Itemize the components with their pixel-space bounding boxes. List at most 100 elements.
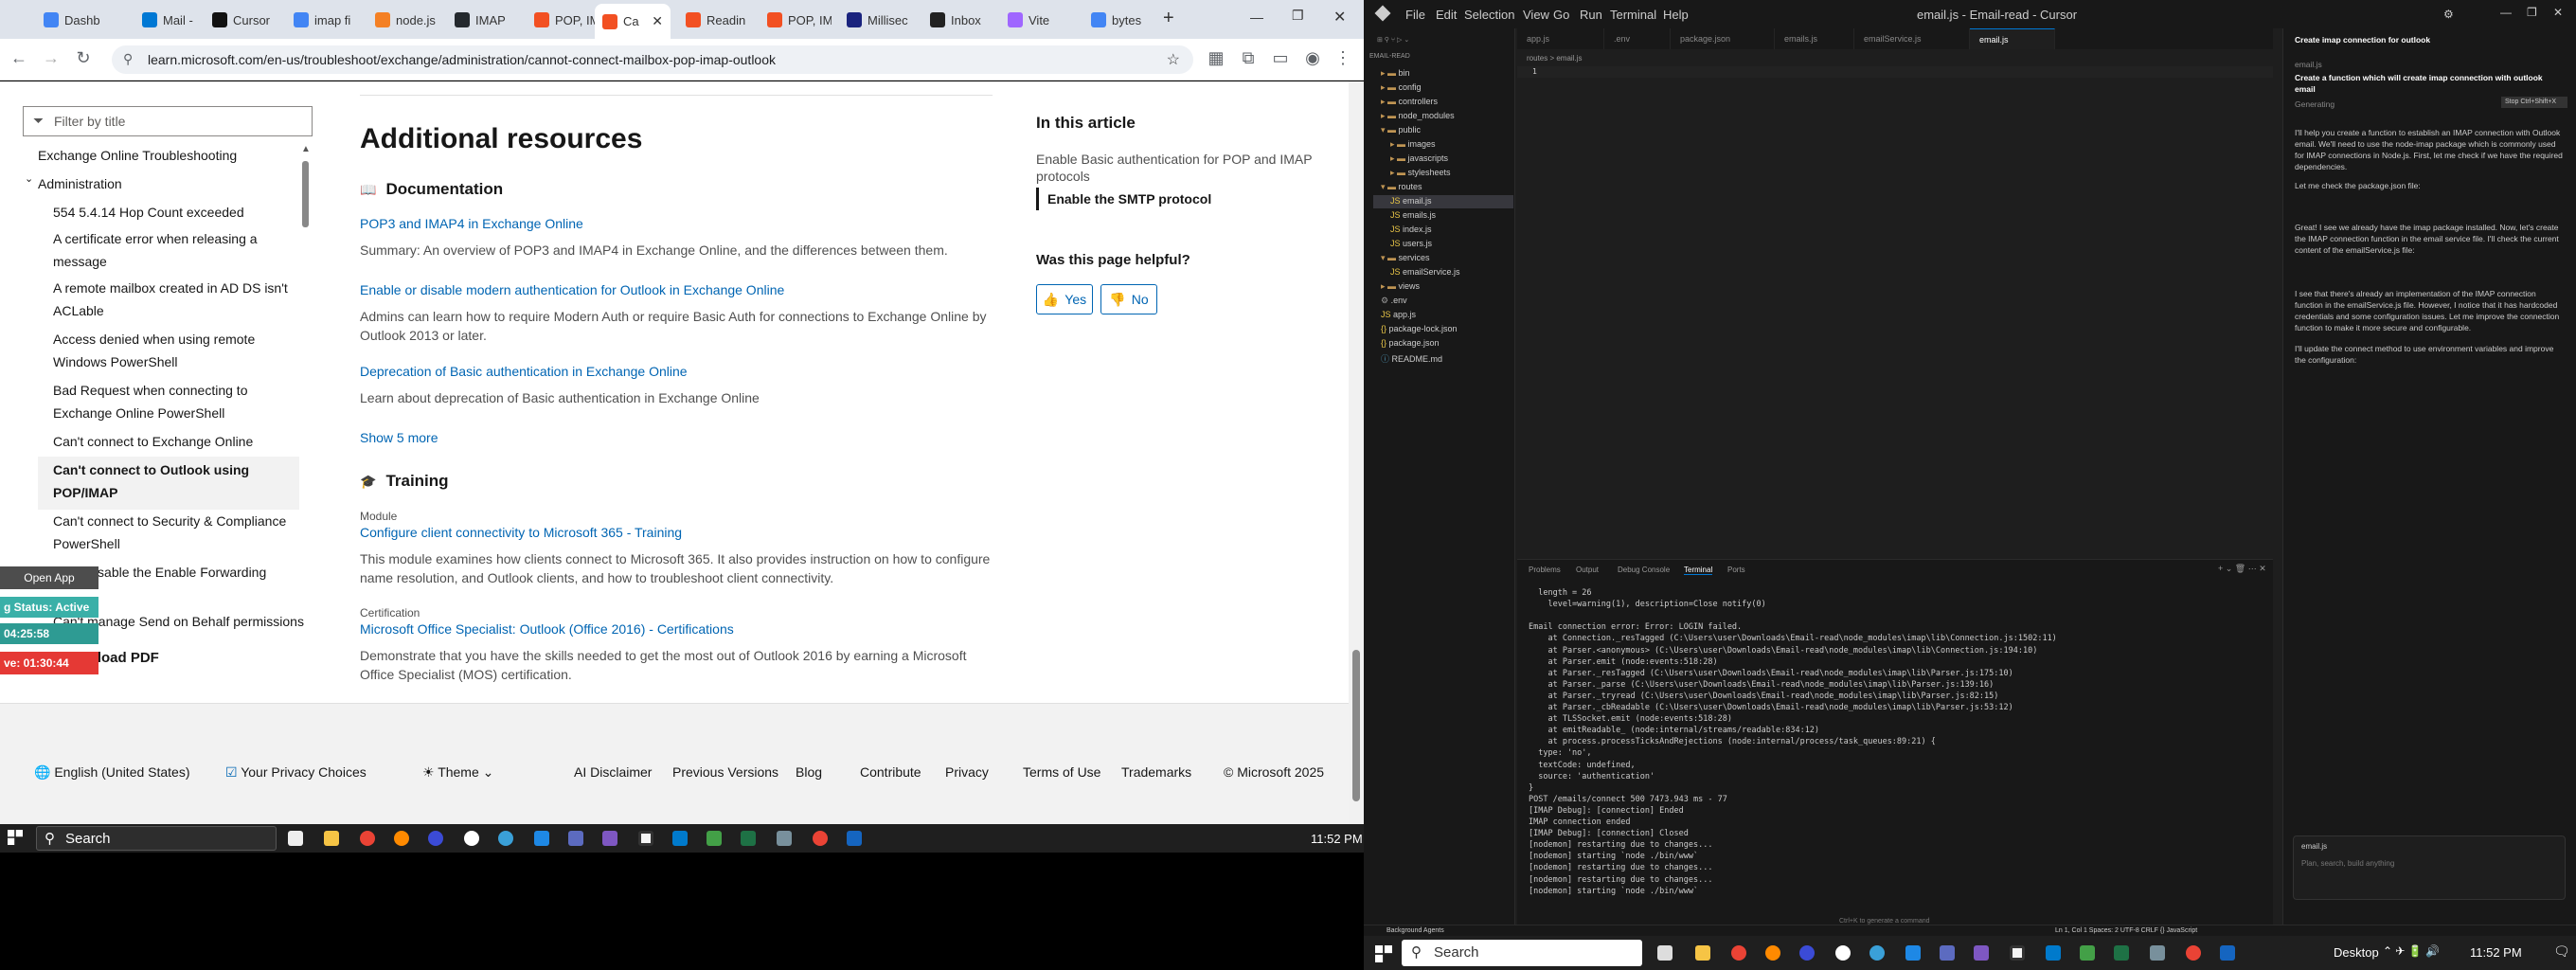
- footer-link[interactable]: AI Disclaimer: [574, 764, 652, 780]
- firefox-icon[interactable]: [394, 831, 409, 846]
- task-view-icon[interactable]: [1657, 945, 1673, 961]
- chat-context-file[interactable]: email.js: [2295, 59, 2565, 70]
- editor-tab[interactable]: emails.js: [1775, 28, 1854, 49]
- toc-item[interactable]: Administration: [38, 172, 122, 195]
- app-icon[interactable]: [568, 831, 583, 846]
- status-left-item[interactable]: Background Agents: [1386, 927, 1444, 934]
- menu-run[interactable]: Run: [1580, 8, 1602, 22]
- yes-button[interactable]: 👍 Yes: [1036, 284, 1093, 314]
- app-icon[interactable]: [1869, 945, 1885, 961]
- excel-icon[interactable]: [2114, 945, 2129, 961]
- cursor-app-icon[interactable]: [2010, 945, 2025, 961]
- extensions-icon[interactable]: ⧉: [1237, 48, 1260, 68]
- app-icon[interactable]: [498, 831, 513, 846]
- app-icon[interactable]: [2080, 945, 2095, 961]
- editor-tab[interactable]: .env: [1604, 28, 1671, 49]
- chrome-icon[interactable]: [1731, 945, 1746, 961]
- chevron-down-icon[interactable]: ⌄: [25, 172, 33, 185]
- browser-tab[interactable]: Millisec: [839, 6, 915, 34]
- menu-file[interactable]: File: [1405, 8, 1425, 22]
- browser-tab[interactable]: Dashb: [36, 6, 104, 34]
- close-icon[interactable]: ✕: [652, 13, 663, 29]
- browser-tab[interactable]: Inbox: [922, 6, 994, 34]
- privacy-choices-link[interactable]: ☑ Your Privacy Choices: [225, 764, 367, 781]
- menu-terminal[interactable]: Terminal: [1610, 8, 1656, 22]
- windows-start-icon[interactable]: [8, 830, 23, 845]
- editor-tab[interactable]: emailService.js: [1854, 28, 1970, 49]
- vscode-icon[interactable]: [672, 831, 688, 846]
- editor-tab[interactable]: app.js: [1517, 28, 1604, 49]
- app-icon[interactable]: [1799, 945, 1815, 961]
- status-right-items[interactable]: Ln 1, Col 1 Spaces: 2 UTF-8 CRLF {} Java…: [2055, 927, 2197, 934]
- app-icon[interactable]: [777, 831, 792, 846]
- panel-tab-problems[interactable]: Problems: [1529, 566, 1561, 574]
- folder-item[interactable]: ▸ ▬ config: [1381, 82, 1422, 93]
- toc-scroll-thumb[interactable]: [302, 161, 309, 227]
- doc-link[interactable]: Deprecation of Basic authentication in E…: [360, 364, 688, 379]
- article-nav-item[interactable]: Enable Basic authentication for POP and …: [1036, 150, 1313, 169]
- scroll-up-icon[interactable]: ▲: [301, 144, 311, 154]
- app-icon[interactable]: [2220, 945, 2235, 961]
- app-icon[interactable]: [428, 831, 443, 846]
- certification-link[interactable]: Microsoft Office Specialist: Outlook (Of…: [360, 621, 734, 637]
- article-nav-item[interactable]: protocols: [1036, 167, 1090, 186]
- panel-tab-ports[interactable]: Ports: [1727, 566, 1745, 574]
- file-item-active[interactable]: JS email.js: [1390, 196, 1432, 206]
- menu-selection[interactable]: Selection: [1464, 8, 1514, 22]
- close-window-icon[interactable]: ✕: [2553, 6, 2563, 19]
- close-window-icon[interactable]: ✕: [1333, 8, 1346, 27]
- taskbar-search-box[interactable]: ⚲ Search: [1402, 940, 1642, 966]
- menu-help[interactable]: Help: [1663, 8, 1689, 22]
- app-icon[interactable]: [1940, 945, 1955, 961]
- browser-tab[interactable]: Readin: [678, 6, 750, 34]
- footer-link[interactable]: Trademarks: [1121, 764, 1191, 780]
- footer-link[interactable]: Blog: [796, 764, 822, 780]
- menu-go[interactable]: Go: [1553, 8, 1569, 22]
- footer-link[interactable]: Privacy: [945, 764, 989, 780]
- file-item[interactable]: ⚙ .env: [1381, 296, 1407, 306]
- excel-icon[interactable]: [741, 831, 756, 846]
- maximize-icon[interactable]: ❐: [2527, 6, 2537, 19]
- browser-tab[interactable]: IMAP: [447, 6, 519, 34]
- toc-scrollbar[interactable]: ▲ ▼: [301, 144, 311, 719]
- no-button[interactable]: 👎 No: [1100, 284, 1157, 314]
- app-icon[interactable]: [1905, 945, 1921, 961]
- toc-item[interactable]: Exchange Online Troubleshooting: [38, 144, 237, 167]
- file-item[interactable]: {} package-lock.json: [1381, 324, 1458, 333]
- chat-context-chip[interactable]: email.js: [2301, 842, 2327, 851]
- toc-item[interactable]: A certificate error when releasing a: [53, 227, 258, 250]
- toc-item[interactable]: A remote mailbox created in AD DS isn't: [53, 277, 288, 299]
- minimize-icon[interactable]: —: [2500, 6, 2512, 19]
- folder-item[interactable]: ▸ ▬ node_modules: [1381, 111, 1455, 121]
- panel-tab-debug[interactable]: Debug Console: [1618, 566, 1670, 574]
- theme-selector[interactable]: ☀ Theme ⌄: [422, 764, 493, 781]
- bookmark-star-icon[interactable]: ☆: [1167, 50, 1180, 69]
- browser-tab[interactable]: node.js: [367, 6, 439, 34]
- app-icon[interactable]: [464, 831, 479, 846]
- terminal-actions-icon[interactable]: + ⌄ 🗑 ⋯ ✕: [2218, 564, 2266, 574]
- toc-item[interactable]: Access denied when using remote: [53, 328, 255, 350]
- doc-link[interactable]: Enable or disable modern authentication …: [360, 282, 784, 297]
- menu-view[interactable]: View: [1523, 8, 1549, 22]
- settings-gear-icon[interactable]: ⚙: [2443, 8, 2454, 21]
- folder-item[interactable]: ▾ ▬ routes: [1381, 182, 1422, 192]
- file-item[interactable]: ⓘ README.md: [1381, 352, 1442, 365]
- app-icon[interactable]: [2150, 945, 2165, 961]
- folder-item[interactable]: ▸ ▬ javascripts: [1390, 153, 1448, 164]
- maximize-icon[interactable]: ❐: [1292, 8, 1304, 24]
- folder-item[interactable]: ▸ ▬ controllers: [1381, 97, 1438, 107]
- folder-item[interactable]: ▸ ▬ bin: [1381, 68, 1410, 79]
- app-icon[interactable]: [1974, 945, 1989, 961]
- notifications-icon[interactable]: 🗨: [2553, 943, 2570, 960]
- minimize-icon[interactable]: —: [1250, 9, 1263, 25]
- new-tab-icon[interactable]: +: [1163, 8, 1174, 29]
- file-item[interactable]: JS app.js: [1381, 310, 1416, 319]
- toc-item[interactable]: Bad Request when connecting to: [53, 379, 247, 402]
- browser-tab-active[interactable]: Ca ✕: [595, 4, 671, 39]
- extension-grid-icon[interactable]: ▦: [1205, 48, 1227, 68]
- reload-icon[interactable]: ↻: [72, 48, 95, 68]
- app-icon[interactable]: [534, 831, 549, 846]
- file-item[interactable]: JS users.js: [1390, 239, 1432, 248]
- file-item[interactable]: {} package.json: [1381, 338, 1440, 348]
- footer-link[interactable]: Contribute: [860, 764, 921, 780]
